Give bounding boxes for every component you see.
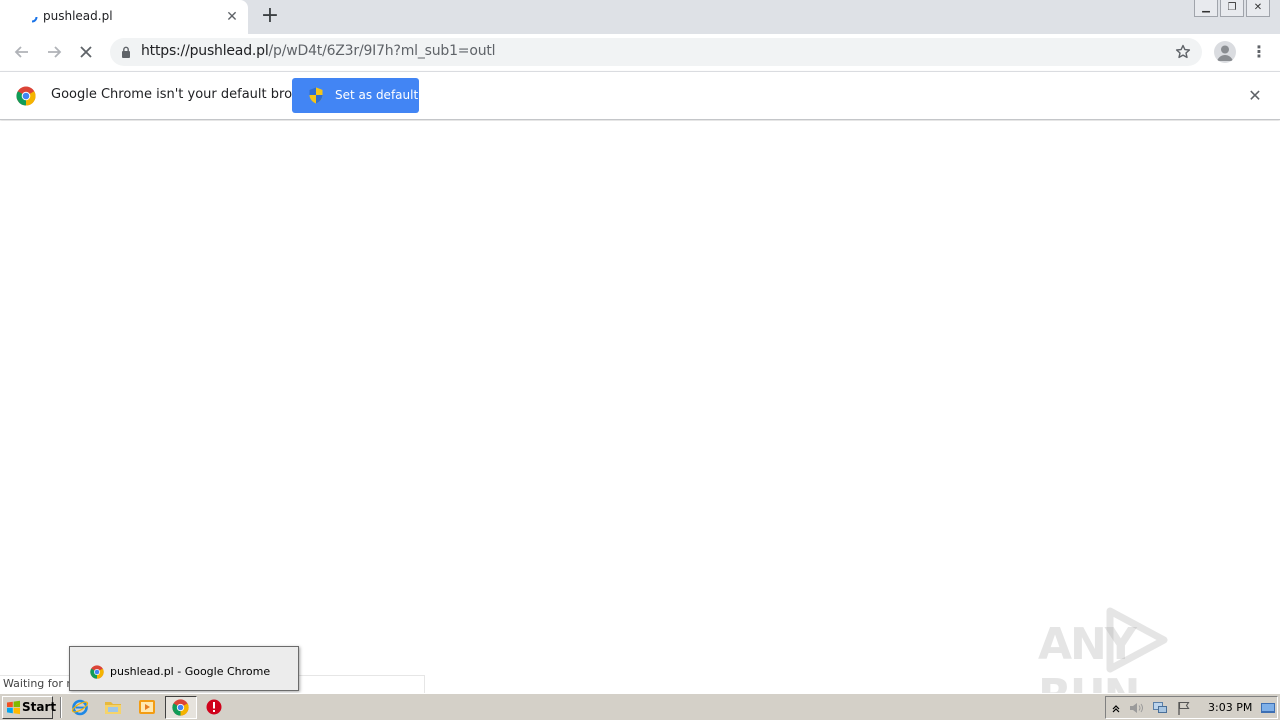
loading-spinner-icon [26, 11, 38, 23]
windows-logo-icon [7, 700, 20, 715]
browser-toolbar: https://pushlead.pl/p/wD4t/6Z3r/9I7h?ml_… [0, 34, 1280, 71]
show-hidden-icon[interactable] [1108, 700, 1124, 716]
chrome-icon [90, 665, 104, 679]
flag-icon [1178, 701, 1190, 715]
stop-button[interactable] [74, 40, 98, 64]
taskbar-preview[interactable]: pushlead.pl - Google Chrome [69, 646, 299, 691]
explorer-folder-icon[interactable] [104, 698, 122, 716]
stop-sign-icon[interactable] [205, 698, 223, 716]
close-window-button[interactable]: ✕ [1246, 0, 1270, 17]
taskbar-chrome-button[interactable] [165, 696, 197, 719]
chevron-up-icon [1112, 705, 1120, 713]
default-browser-infobar: Google Chrome isn't your default browser… [0, 71, 1280, 120]
tab-title: pushlead.pl [43, 9, 113, 23]
taskbar-preview-label: pushlead.pl - Google Chrome [110, 665, 271, 678]
taskbar-separator [60, 697, 62, 718]
window-controls: ▁ ❐ ✕ [1194, 0, 1270, 18]
monitor-icon [1153, 702, 1167, 713]
set-as-default-label: Set as default [335, 88, 419, 102]
start-label: Start [22, 700, 57, 714]
url-path: /p/wD4t/6Z3r/9I7h?ml_sub1=outl [268, 43, 496, 59]
profile-avatar-button[interactable] [1214, 41, 1236, 63]
windows-taskbar: Start 3:03 PM [0, 693, 1280, 720]
stop-icon [80, 46, 92, 58]
tab-close-button[interactable]: ✕ [222, 7, 242, 27]
minimize-button[interactable]: ▁ [1194, 0, 1218, 17]
volume-icon[interactable] [1128, 700, 1144, 716]
forward-button[interactable] [42, 40, 66, 64]
desktop-icon [1261, 703, 1275, 713]
star-icon [1175, 44, 1191, 59]
chrome-icon [172, 699, 189, 716]
anyrun-watermark: ANY RUN [1038, 607, 1238, 720]
lock-icon [122, 46, 130, 58]
avatar-icon [1217, 45, 1233, 61]
address-bar[interactable]: https://pushlead.pl/p/wD4t/6Z3r/9I7h?ml_… [110, 38, 1202, 66]
taskbar-clock[interactable]: 3:03 PM [1208, 701, 1252, 714]
new-tab-button[interactable]: + [258, 5, 282, 29]
bookmark-button[interactable] [1172, 41, 1194, 63]
internet-explorer-icon[interactable] [71, 698, 89, 716]
start-button[interactable]: Start [2, 696, 57, 719]
back-button[interactable] [10, 40, 34, 64]
network-icon[interactable] [1152, 700, 1168, 716]
uac-shield-icon [309, 87, 323, 104]
back-arrow-icon [14, 46, 28, 58]
action-center-flag-icon[interactable] [1176, 700, 1192, 716]
url-text: https://pushlead.pl/p/wD4t/6Z3r/9I7h?ml_… [141, 43, 496, 59]
infobar-close-button[interactable]: ✕ [1244, 85, 1266, 107]
media-player-icon[interactable] [138, 698, 156, 716]
tab-active[interactable]: pushlead.pl ✕ [0, 0, 248, 34]
infobar-message: Google Chrome isn't your default browser [51, 87, 323, 102]
forward-arrow-icon [48, 46, 62, 58]
set-as-default-button[interactable]: Set as default [292, 78, 419, 113]
system-tray: 3:03 PM [1105, 696, 1278, 719]
url-host: https://pushlead.pl [141, 43, 269, 59]
chrome-logo-icon [16, 86, 36, 106]
show-desktop-icon[interactable] [1260, 700, 1276, 716]
tab-strip: pushlead.pl ✕ + ▁ ❐ ✕ [0, 0, 1280, 34]
restore-button[interactable]: ❐ [1220, 0, 1244, 17]
speaker-icon [1130, 703, 1143, 713]
chrome-menu-button[interactable]: ⋮ [1250, 40, 1268, 64]
screen: pushlead.pl ✕ + ▁ ❐ ✕ https://pushlead.p… [0, 0, 1280, 720]
